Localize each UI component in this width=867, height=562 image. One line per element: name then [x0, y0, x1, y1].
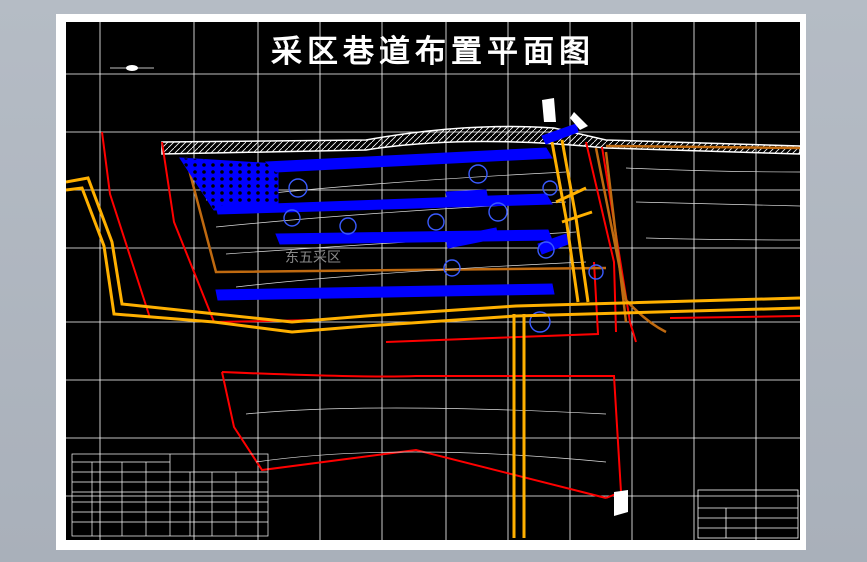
drawing-title: 采区巷道布置平面图: [271, 34, 595, 70]
mining-area-label: 东五采区: [285, 250, 341, 266]
coordinate-grid: [66, 22, 800, 540]
title-block-graphic: [697, 489, 799, 539]
cad-drawing-area[interactable]: 采区巷道布置平面图 东五采区: [66, 22, 800, 540]
mine-plan-svg: [66, 22, 800, 540]
data-table-graphic: [71, 453, 269, 537]
